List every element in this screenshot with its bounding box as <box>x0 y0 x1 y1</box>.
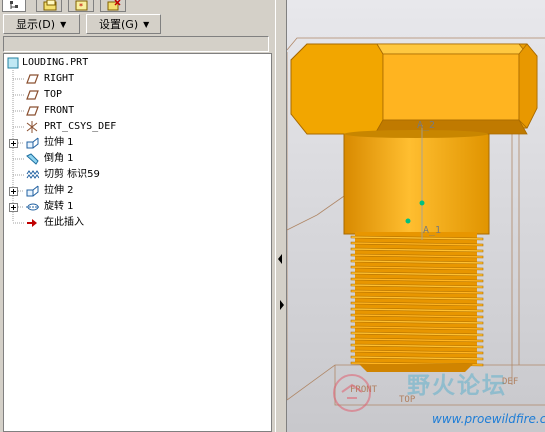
favorites-icon: * <box>75 0 88 11</box>
settings-menu-label: 设置(G) <box>99 18 139 31</box>
axis-a2-label: A_2 <box>417 120 435 131</box>
tree-item-top[interactable]: TOP <box>4 87 264 103</box>
model-tree-panel: * 显示(D) ▼ 设置(G) ▼ LOUDING.PRT RIGHT TOP … <box>0 0 275 432</box>
tree-item-extrude-2[interactable]: 拉伸 2 <box>4 183 264 199</box>
bolt-head <box>290 43 538 135</box>
tree-filter-bar[interactable] <box>3 36 269 52</box>
extrude-icon <box>26 137 39 149</box>
chamfer-icon <box>26 153 39 165</box>
tree-item-label: TOP <box>44 89 63 100</box>
navigator-tab-strip: * <box>0 0 275 12</box>
datum-plane-icon <box>26 90 39 100</box>
folder-browser-tab[interactable] <box>36 0 62 12</box>
watermark-url: www.proewildfire.cn <box>432 412 545 426</box>
expand-plus-icon[interactable] <box>9 187 18 196</box>
tree-item-label: 拉伸 2 <box>44 185 74 196</box>
tree-item-label: LOUDING.PRT <box>22 57 89 68</box>
tree-item-right[interactable]: RIGHT <box>4 71 264 87</box>
datum-plane-icon <box>26 74 39 84</box>
tree-item-cut-59[interactable]: 切剪 标识59 <box>4 167 264 183</box>
tree-item-label: 旋转 1 <box>44 201 74 212</box>
tree-item-label: RIGHT <box>44 73 75 84</box>
thread-cut-icon <box>26 170 39 179</box>
svg-text:*: * <box>79 2 83 11</box>
tree-item-label: 拉伸 1 <box>44 137 74 148</box>
tree-item-extrude-1[interactable]: 拉伸 1 <box>4 135 264 151</box>
expand-plus-icon[interactable] <box>9 139 18 148</box>
watermark-brand: 野火论坛 <box>407 373 507 399</box>
connections-tab[interactable] <box>100 0 126 12</box>
settings-menu-button[interactable]: 设置(G) ▼ <box>86 14 161 34</box>
insert-here-arrow-icon <box>27 219 37 227</box>
display-menu-button[interactable]: 显示(D) ▼ <box>3 14 80 34</box>
expand-plus-icon[interactable] <box>9 203 18 212</box>
model-tree-tab[interactable] <box>2 0 26 12</box>
model-tree: LOUDING.PRT RIGHT TOP FRONT PRT_CSYS_DEF… <box>3 53 272 432</box>
panel-splitter[interactable] <box>275 0 287 432</box>
tree-item-label: FRONT <box>44 105 75 116</box>
tree-item-revolve-1[interactable]: 旋转 1 <box>4 199 264 215</box>
shank-top-edge <box>344 130 488 138</box>
tree-item-front[interactable]: FRONT <box>4 103 264 119</box>
connections-icon <box>107 0 121 11</box>
tree-item-label: 切剪 标识59 <box>44 169 100 180</box>
tree-item-root[interactable]: LOUDING.PRT <box>4 55 264 71</box>
csys-icon <box>26 121 38 133</box>
datum-plane-icon <box>26 106 39 116</box>
tree-item-label: 在此插入 <box>44 217 84 228</box>
extrude-icon <box>26 185 39 197</box>
bolt-shank <box>343 133 490 235</box>
tree-item-label: PRT_CSYS_DEF <box>44 121 117 132</box>
tree-menu-row: 显示(D) ▼ 设置(G) ▼ <box>3 14 269 34</box>
tree-item-label: 倒角 1 <box>44 153 74 164</box>
chevron-down-icon: ▼ <box>60 19 67 29</box>
graphics-viewport[interactable]: A_2 A_1 FRONT TOP DEF 野火论坛 www.proewildf… <box>287 0 545 432</box>
axis-a1-label: A_1 <box>423 225 441 236</box>
part-icon <box>7 57 19 69</box>
model-tree-icon <box>10 1 18 9</box>
chevron-down-icon: ▼ <box>143 19 150 29</box>
tree-item-insert-here[interactable]: 在此插入 <box>4 215 264 231</box>
display-menu-label: 显示(D) <box>16 18 56 31</box>
expand-right-arrow-icon <box>280 300 284 310</box>
collapse-left-arrow-icon <box>278 254 282 264</box>
favorites-tab[interactable]: * <box>68 0 94 12</box>
bolt-thread <box>350 232 484 372</box>
tree-item-chamfer-1[interactable]: 倒角 1 <box>4 151 264 167</box>
splitter-arrows <box>278 254 284 310</box>
tree-item-csys[interactable]: PRT_CSYS_DEF <box>4 119 264 135</box>
folder-icon <box>43 0 57 11</box>
revolve-icon <box>26 203 39 211</box>
